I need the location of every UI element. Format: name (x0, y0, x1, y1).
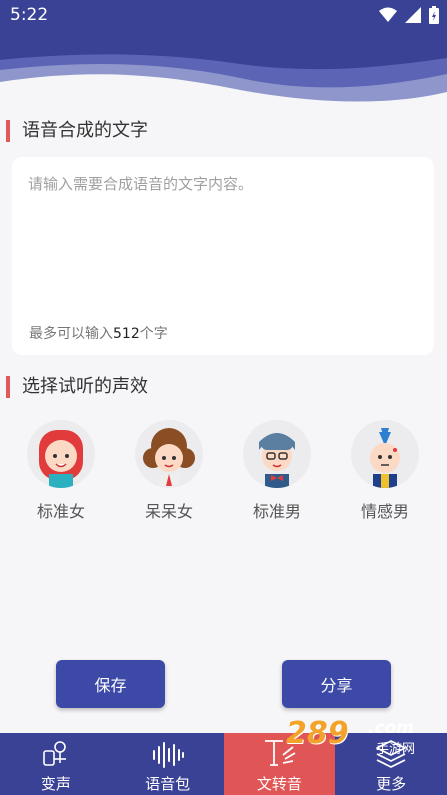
tab-text-to-speech[interactable]: 文转音 (223, 733, 336, 795)
tab-more[interactable]: 更多 (335, 733, 447, 795)
tab-label: 更多 (376, 775, 407, 793)
tab-voice-pack[interactable]: 语音包 (112, 733, 224, 795)
status-icons (379, 6, 439, 24)
tab-voice-change[interactable]: 变声 (0, 733, 112, 795)
voice-option-dull-female[interactable]: 呆呆女 (124, 420, 214, 522)
tab-label: 语音包 (145, 775, 191, 793)
limit-prefix: 最多可以输入 (29, 326, 113, 342)
text-card: 最多可以输入512个字 (12, 157, 434, 355)
voice-label: 呆呆女 (144, 502, 193, 521)
voice-option-emotional-male[interactable]: 情感男 (340, 420, 430, 522)
layers-icon (335, 733, 447, 769)
curly-girl-avatar-icon (135, 420, 203, 488)
text-to-speech-icon (224, 733, 336, 769)
mohawk-man-avatar-icon (351, 420, 419, 488)
waveform-icon (112, 733, 224, 769)
bottom-tab-bar: 变声 语音包 文转音 更多 (0, 733, 447, 795)
battery-icon (429, 6, 439, 24)
text-section-title: 语音合成的文字 (6, 120, 148, 142)
limit-suffix: 个字 (139, 326, 168, 342)
voice-option-standard-male[interactable]: 标准男 (232, 420, 322, 522)
voice-label: 情感男 (360, 502, 409, 521)
voice-section-title: 选择试听的声效 (6, 376, 148, 398)
status-time: 5:22 (10, 5, 49, 25)
header-wave (0, 30, 447, 110)
limit-number: 512 (113, 326, 140, 342)
voice-option-standard-female[interactable]: 标准女 (16, 420, 106, 522)
status-bar: 5:22 (0, 0, 447, 30)
signal-icon (405, 7, 421, 23)
voice-label: 标准女 (36, 502, 85, 521)
text-input[interactable] (26, 171, 424, 315)
wifi-icon (379, 7, 397, 22)
voice-label: 标准男 (252, 502, 301, 521)
tab-label: 变声 (40, 775, 71, 793)
girl-avatar-icon (27, 420, 95, 488)
share-button[interactable]: 分享 (282, 660, 391, 708)
char-limit-note: 最多可以输入512个字 (29, 323, 168, 343)
tab-label: 文转音 (256, 775, 302, 793)
boy-avatar-icon (243, 420, 311, 488)
voice-change-icon (0, 733, 112, 769)
save-button[interactable]: 保存 (56, 660, 165, 708)
